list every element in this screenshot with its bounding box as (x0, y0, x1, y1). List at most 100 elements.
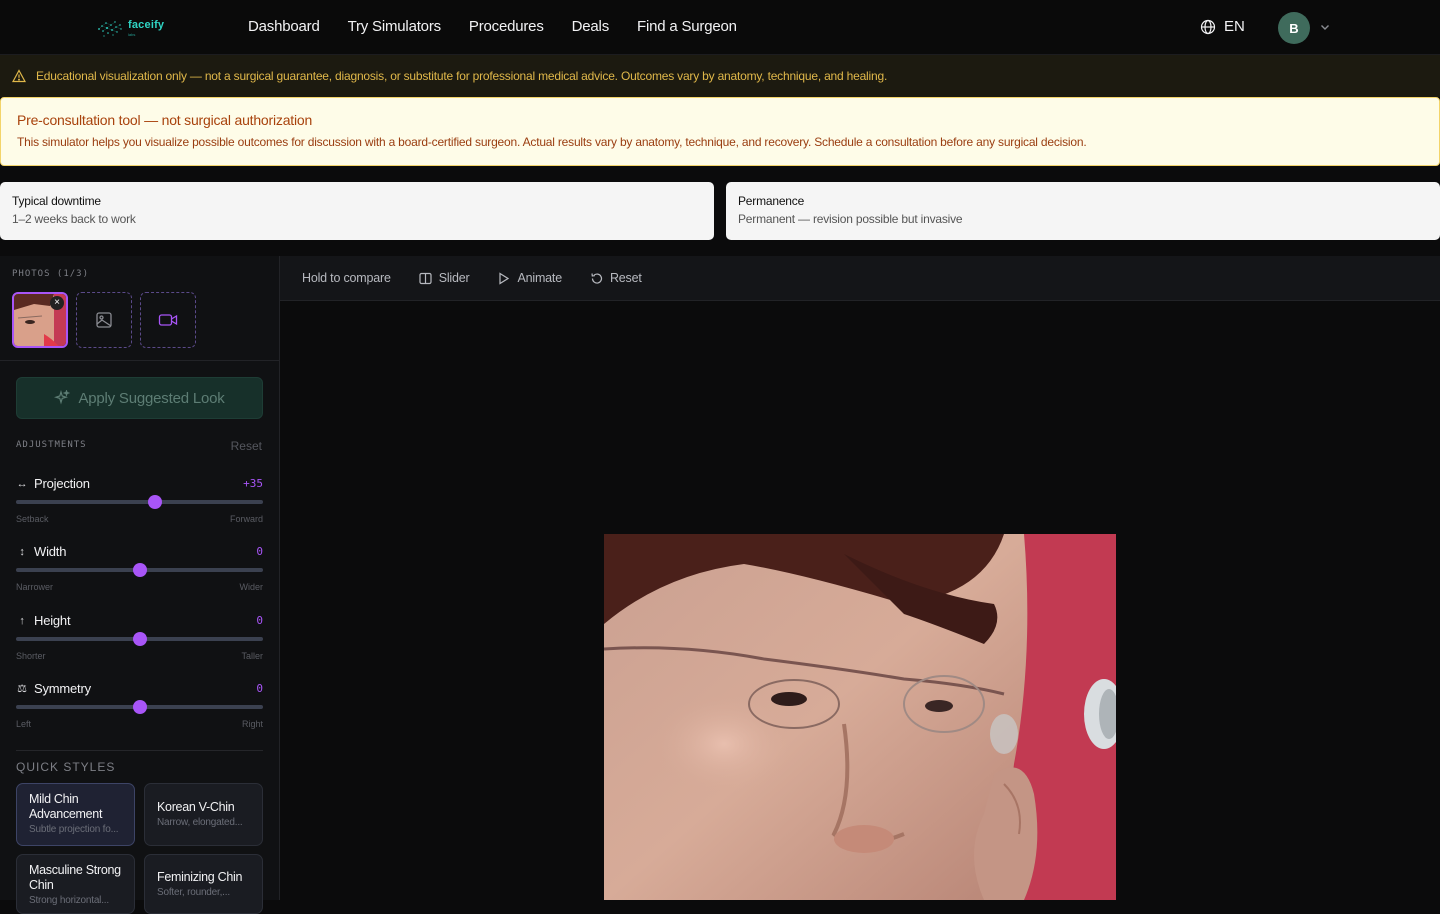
controls-sidebar: PHOTOS (1/3) × Apply Suggested Look ADJU… (0, 256, 280, 914)
animate-label: Animate (517, 271, 562, 285)
downtime-value: 1–2 weeks back to work (12, 212, 136, 226)
logo-sub: labs (128, 31, 136, 37)
nav-find-a-surgeon[interactable]: Find a Surgeon (637, 18, 737, 35)
quick-style-desc: Softer, rounder,... (157, 887, 230, 898)
chevron-down-icon[interactable] (1318, 20, 1332, 34)
hold-to-compare-label: Hold to compare (302, 271, 391, 285)
reset-view-button[interactable]: Reset (590, 271, 642, 285)
quick-style-korean-v-chin[interactable]: Korean V-Chin Narrow, elongated... (144, 783, 263, 846)
slider-label: Projection (34, 476, 90, 491)
nav-deals[interactable]: Deals (572, 18, 610, 35)
slider-max-label: Right (241, 719, 263, 729)
slider-max-label: Wider (239, 582, 263, 592)
preview-canvas[interactable] (280, 301, 1440, 900)
reset-view-label: Reset (609, 271, 642, 285)
slider-value: 0 (256, 682, 263, 695)
permanence-card: Permanence Permanent — revision possible… (726, 182, 1440, 240)
animate-button[interactable]: Animate (497, 271, 562, 285)
language-code: EN (1224, 18, 1245, 35)
apply-suggested-look-label: Apply Suggested Look (78, 389, 225, 407)
slider-knob[interactable] (133, 563, 147, 577)
height-slider[interactable]: ↑ Height 0 Shorter Taller (16, 613, 263, 663)
disclaimer-banner: Educational visualization only — not a s… (0, 55, 1440, 97)
quick-style-masculine-strong-chin[interactable]: Masculine Strong Chin Strong horizontal.… (16, 854, 135, 914)
width-slider[interactable]: ↕ Width 0 Narrower Wider (16, 544, 263, 594)
quick-style-desc: Strong horizontal... (29, 895, 109, 906)
quick-style-title: Feminizing Chin (157, 870, 243, 884)
slider-value: +35 (243, 477, 263, 490)
slider-value: 0 (256, 545, 263, 558)
quick-styles-label: QUICK STYLES (16, 760, 116, 774)
slider-mode-button[interactable]: Slider (419, 271, 470, 285)
logo-name: faceify (128, 18, 165, 31)
nav-dashboard[interactable]: Dashboard (248, 18, 320, 35)
quick-style-title: Masculine Strong Chin (29, 863, 121, 892)
quick-style-desc: Narrow, elongated... (157, 817, 243, 828)
face-preview-image[interactable] (604, 534, 1116, 900)
language-selector[interactable]: EN (1200, 18, 1245, 35)
slider-max-label: Forward (229, 514, 263, 524)
slider-max-label: Taller (241, 651, 263, 661)
downtime-card: Typical downtime 1–2 weeks back to work (0, 182, 714, 240)
reset-icon (591, 272, 603, 284)
vertical-arrows-icon: ↕ (19, 545, 25, 558)
quick-style-title: Korean V-Chin (157, 800, 235, 814)
slider-min-label: Shorter (16, 651, 46, 661)
remove-photo-icon[interactable]: × (50, 296, 64, 310)
nav-procedures[interactable]: Procedures (469, 18, 544, 35)
slider-mode-label: Slider (438, 271, 470, 285)
quick-style-mild-chin-advancement[interactable]: Mild Chin Advancement Subtle projection … (16, 783, 135, 846)
disclaimer-text: Educational visualization only — not a s… (36, 69, 888, 83)
slider-knob[interactable] (133, 700, 147, 714)
slider-min-label: Left (16, 719, 32, 729)
symmetry-slider[interactable]: ⚖ Symmetry 0 Left Right (16, 681, 263, 731)
adjustments-label: ADJUSTMENTS (16, 440, 87, 450)
faceify-logo[interactable]: faceify labs (96, 16, 176, 40)
photo-thumbnail[interactable]: × (12, 292, 68, 348)
face-photo (604, 534, 1116, 900)
play-icon (499, 271, 510, 285)
quick-style-feminizing-chin[interactable]: Feminizing Chin Softer, rounder,... (144, 854, 263, 914)
add-video-button[interactable] (140, 292, 196, 348)
slider-knob[interactable] (133, 632, 147, 646)
split-view-icon (419, 272, 432, 284)
warning-icon (12, 69, 26, 83)
hold-to-compare-button[interactable]: Hold to compare (302, 271, 391, 285)
consultation-title: Pre-consultation tool — not surgical aut… (17, 112, 313, 128)
arrow-up-icon: ↑ (19, 614, 25, 627)
image-icon (96, 312, 112, 328)
compare-toolbar: Hold to compare Slider Animate Reset (280, 256, 1440, 301)
permanence-label: Permanence (738, 194, 805, 208)
quick-style-desc: Subtle projection fo... (29, 824, 119, 835)
slider-value: 0 (256, 614, 263, 627)
logo-mark-icon (98, 21, 122, 37)
downtime-label: Typical downtime (12, 194, 101, 208)
consultation-body: This simulator helps you visualize possi… (17, 135, 1087, 149)
slider-track[interactable] (16, 500, 263, 504)
photos-label: PHOTOS (1/3) (12, 269, 90, 279)
consultation-notice: Pre-consultation tool — not surgical aut… (0, 97, 1440, 166)
horizontal-arrows-icon: ↔ (16, 477, 28, 490)
slider-label: Symmetry (34, 681, 91, 696)
adjustments-reset-button[interactable]: Reset (231, 439, 262, 453)
sidebar-divider (0, 360, 280, 361)
slider-knob[interactable] (148, 495, 162, 509)
permanence-value: Permanent — revision possible but invasi… (738, 212, 963, 226)
top-navbar: faceify labs Dashboard Try Simulators Pr… (0, 0, 1440, 55)
apply-suggested-look-button[interactable]: Apply Suggested Look (16, 377, 263, 419)
slider-label: Width (34, 544, 67, 559)
add-photo-button[interactable] (76, 292, 132, 348)
avatar[interactable]: B (1278, 12, 1310, 44)
projection-slider[interactable]: ↔ Projection +35 Setback Forward (16, 476, 263, 526)
slider-min-label: Narrower (16, 582, 54, 592)
scale-icon: ⚖ (17, 683, 27, 695)
slider-min-label: Setback (16, 514, 49, 524)
main-nav: Dashboard Try Simulators Procedures Deal… (248, 18, 737, 35)
quick-style-title: Mild Chin Advancement (29, 792, 103, 821)
video-icon (158, 314, 178, 326)
slider-label: Height (34, 613, 71, 628)
sparkles-icon (54, 390, 71, 405)
nav-try-simulators[interactable]: Try Simulators (348, 18, 442, 35)
globe-icon (1200, 19, 1216, 34)
quick-styles-divider (16, 750, 263, 751)
